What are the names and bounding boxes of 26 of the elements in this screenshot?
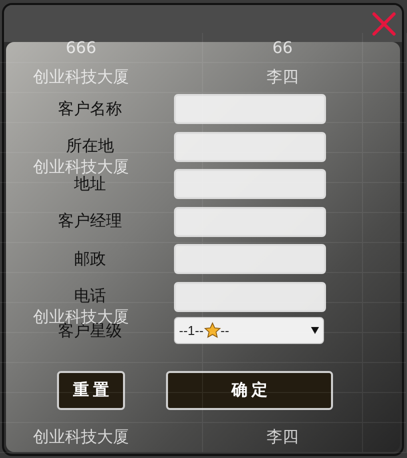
- input-field[interactable]: [174, 244, 326, 274]
- field-label: 客户名称: [58, 98, 122, 120]
- table-cell: 66: [272, 38, 293, 57]
- caret-icon: [311, 327, 319, 334]
- field-label: 电话: [74, 286, 106, 307]
- table-cell: 李四: [266, 427, 298, 448]
- close-icon: [372, 12, 396, 36]
- input-field[interactable]: [174, 282, 326, 312]
- input-field[interactable]: [174, 94, 326, 124]
- table-cell: 李四: [266, 67, 298, 88]
- input-field[interactable]: [174, 206, 326, 236]
- input-field[interactable]: [174, 132, 326, 162]
- field-label: 地址: [74, 174, 106, 194]
- field-label: 所在地: [66, 136, 114, 157]
- star-icon: [204, 322, 221, 339]
- field-label: 客户经理: [58, 211, 122, 232]
- input-field[interactable]: [174, 169, 326, 199]
- table-cell-text: 创业科技大厦: [33, 157, 129, 176]
- confirm-button[interactable]: 确定: [166, 371, 333, 410]
- reset-button[interactable]: 重置: [57, 371, 125, 410]
- field-label: 邮政: [74, 248, 106, 270]
- close-button[interactable]: [372, 12, 396, 36]
- table-cell: 创业科技大厦: [33, 67, 129, 88]
- star-level-select[interactable]: --1-- --: [174, 317, 324, 344]
- table-cell: 666: [66, 38, 96, 57]
- table-cell: 创业科技大厦: [33, 427, 129, 448]
